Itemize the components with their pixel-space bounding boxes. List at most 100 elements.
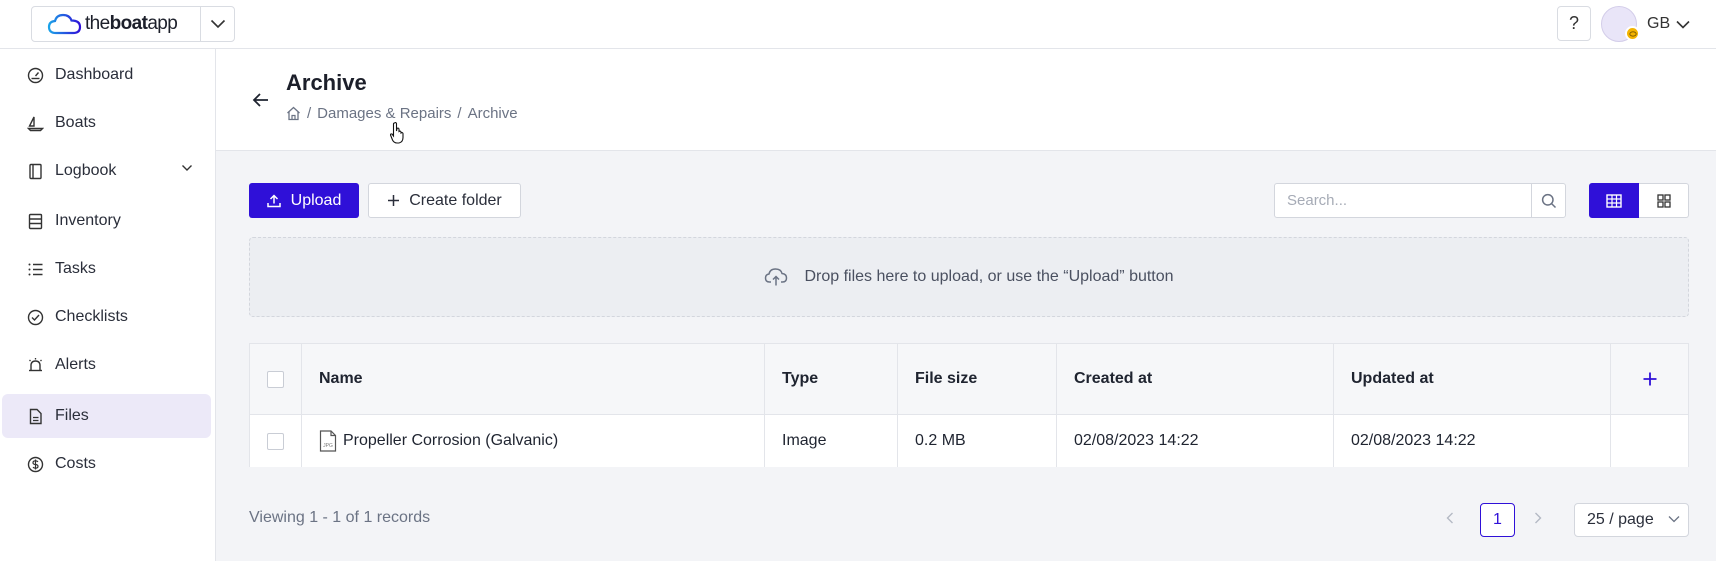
records-count: Viewing 1 - 1 of 1 records (249, 509, 431, 526)
sidebar-item-checklists[interactable]: Checklists (2, 295, 211, 339)
sidebar-item-tasks[interactable]: Tasks (2, 247, 211, 291)
page-size-value: 25 / page (1587, 511, 1654, 528)
chevron-right-icon (1534, 512, 1542, 524)
breadcrumb-item-archive: Archive (467, 105, 518, 122)
hand-cursor-icon (389, 121, 407, 145)
chevron-down-icon (210, 19, 226, 29)
upload-button[interactable]: Upload (249, 183, 359, 218)
sidebar-item-boats[interactable]: Boats (2, 101, 211, 145)
table-row[interactable]: JPG Propeller Corrosion (Galvanic) Image… (250, 415, 1688, 467)
row-checkbox[interactable] (267, 432, 284, 450)
select-all-checkbox[interactable] (267, 370, 284, 388)
search-input[interactable] (1275, 184, 1531, 217)
row-actions-cell (1611, 415, 1688, 467)
inventory-icon (26, 212, 44, 230)
created-at-cell: 02/08/2023 14:22 (1057, 415, 1334, 467)
sidebar-item-costs[interactable]: Costs (2, 442, 211, 486)
user-menu[interactable]: GB (1601, 5, 1690, 43)
breadcrumb-separator: / (307, 105, 312, 122)
search-button[interactable] (1531, 184, 1565, 217)
updated-at-cell: 02/08/2023 14:22 (1334, 415, 1611, 467)
column-header-type[interactable]: Type (765, 344, 898, 414)
chevron-left-icon (1446, 512, 1454, 524)
brand-switcher: theboatapp (31, 6, 235, 42)
upload-icon (266, 193, 281, 208)
page-number-button[interactable]: 1 (1480, 503, 1515, 537)
column-header-updated-at[interactable]: Updated at (1334, 344, 1611, 414)
brand-dropdown-button[interactable] (201, 7, 234, 41)
sailboat-icon (26, 114, 44, 132)
row-checkbox-cell (250, 415, 302, 467)
create-folder-button[interactable]: Create folder (368, 183, 521, 218)
upload-button-label: Upload (290, 191, 342, 209)
brand-name-suffix: app (147, 13, 178, 34)
column-header-file-size[interactable]: File size (898, 344, 1057, 414)
top-bar: theboatapp ? GB (0, 0, 1716, 49)
sidebar-item-alerts[interactable]: Alerts (2, 343, 211, 387)
sidebar-item-label: Logbook (55, 162, 117, 179)
brand-name-bold: boat (109, 13, 148, 34)
sidebar-item-label: Checklists (55, 308, 128, 325)
arrow-left-icon (252, 92, 270, 108)
sidebar-item-label: Files (55, 407, 89, 424)
file-type-badge: JPG (323, 443, 333, 449)
brand-logo[interactable]: theboatapp (32, 7, 201, 41)
sidebar-item-label: Inventory (55, 212, 121, 229)
chevron-down-icon (1676, 20, 1690, 29)
alarm-icon (26, 356, 44, 374)
file-type-cell: Image (765, 415, 898, 467)
table-view-button[interactable] (1589, 183, 1639, 218)
plus-icon (1642, 371, 1658, 387)
avatar (1601, 6, 1640, 42)
file-icon (26, 407, 44, 425)
sidebar-item-files[interactable]: Files (2, 394, 211, 438)
chevron-down-icon (1668, 515, 1680, 523)
sidebar-item-dashboard[interactable]: Dashboard (2, 53, 211, 97)
table-grid-icon (1606, 193, 1622, 208)
column-header-created-at[interactable]: Created at (1057, 344, 1334, 414)
back-button[interactable] (249, 88, 273, 112)
breadcrumb-item-damages-repairs[interactable]: Damages & Repairs (317, 105, 451, 122)
table-header: Name Type File size Created at Updated a… (250, 344, 1688, 415)
sidebar-item-label: Dashboard (55, 66, 134, 83)
dropzone-text: Drop files here to upload, or use the “U… (804, 268, 1174, 285)
previous-page-button[interactable] (1438, 506, 1462, 530)
breadcrumb-separator: / (457, 105, 462, 122)
dollar-circle-icon (26, 455, 44, 473)
page-title: Archive (286, 70, 367, 95)
brand-name-light: the (85, 13, 110, 34)
sidebar-item-inventory[interactable]: Inventory (2, 199, 211, 243)
page-header: Archive / Damages & Repairs / Archive (216, 49, 1716, 151)
gauge-icon (26, 66, 44, 84)
next-page-button[interactable] (1526, 506, 1550, 530)
chevron-down-icon (181, 164, 193, 172)
cloud-upload-icon (764, 267, 788, 287)
plus-icon (387, 194, 400, 207)
file-name-cell[interactable]: JPG Propeller Corrosion (Galvanic) (302, 415, 765, 467)
jpg-file-icon: JPG (319, 430, 337, 452)
sidebar-item-label: Alerts (55, 356, 96, 373)
help-button[interactable]: ? (1557, 6, 1591, 41)
help-label: ? (1568, 13, 1579, 33)
cloud-logo-icon (47, 12, 83, 36)
sidebar-item-label: Costs (55, 455, 96, 472)
search-icon (1541, 193, 1557, 209)
create-folder-button-label: Create folder (409, 191, 502, 209)
column-header-name[interactable]: Name (302, 344, 765, 414)
brand-name: theboatapp (85, 13, 178, 35)
file-size-cell: 0.2 MB (898, 415, 1057, 467)
main-content: Upload Create folder Drop files here to … (216, 151, 1716, 561)
header-checkbox-cell (250, 344, 302, 414)
search-box (1274, 183, 1566, 218)
view-toggle (1589, 183, 1689, 218)
card-view-button[interactable] (1639, 183, 1689, 218)
add-column-button[interactable] (1611, 344, 1688, 414)
sidebar-item-logbook[interactable]: Logbook (2, 149, 211, 193)
sidebar-item-label: Tasks (55, 260, 96, 277)
breadcrumb: / Damages & Repairs / Archive (286, 105, 518, 122)
upload-dropzone[interactable]: Drop files here to upload, or use the “U… (249, 237, 1689, 317)
user-initials: GB (1647, 15, 1671, 32)
sidebar: Dashboard Boats Logbook Inventory Tasks … (0, 49, 216, 561)
home-icon[interactable] (286, 106, 301, 121)
page-size-select[interactable]: 25 / page (1574, 503, 1689, 537)
